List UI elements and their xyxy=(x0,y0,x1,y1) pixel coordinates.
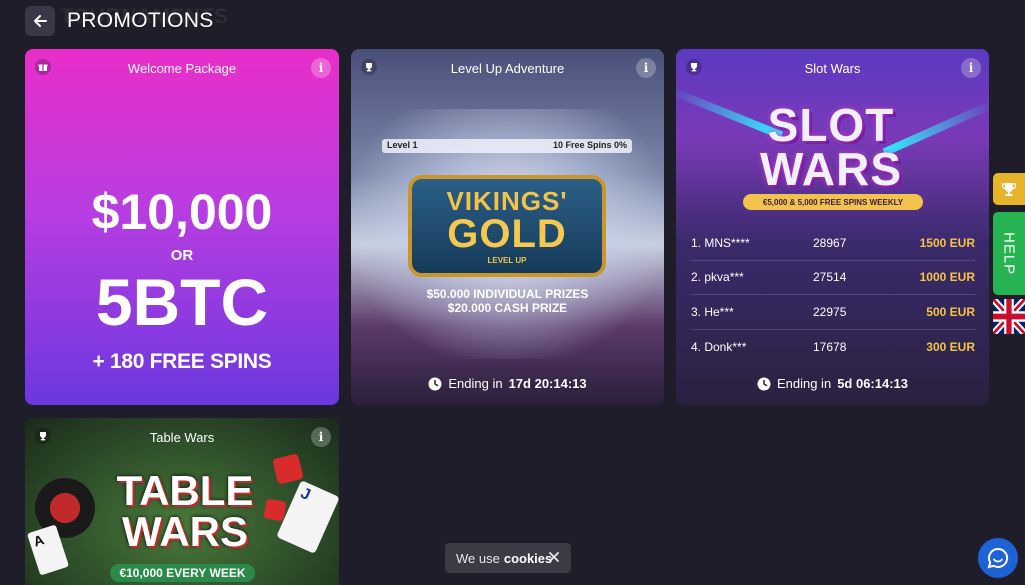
dice-image xyxy=(272,453,304,485)
clock-icon xyxy=(757,377,771,390)
cookie-text: We use xyxy=(456,550,500,566)
leaderboard-row: 1. MNS**** 28967 1500 EUR xyxy=(691,226,975,261)
welcome-free-spins: + 180 FREE SPINS xyxy=(92,350,272,373)
logo-line-level-up: LEVEL UP xyxy=(487,255,527,265)
player-name: 4. Donk*** xyxy=(691,339,747,354)
leaderboard-row: 4. Donk*** 17678 300 EUR xyxy=(691,330,975,365)
tournaments-side-button[interactable] xyxy=(993,173,1025,205)
player-score: 27514 xyxy=(813,270,847,285)
info-icon[interactable]: i xyxy=(311,58,331,78)
timer-value: 17d 20:14:13 xyxy=(508,376,587,391)
timer-label: Ending in xyxy=(776,376,832,391)
uk-flag-icon[interactable] xyxy=(993,299,1025,334)
prize-cash: $20.000 CASH PRIZE xyxy=(447,301,568,315)
arrow-left-icon xyxy=(34,15,47,27)
leaderboard-row: 2. pkva*** 27514 1000 EUR xyxy=(691,261,975,295)
countdown-timer: Ending in 17d 20:14:13 xyxy=(351,376,664,391)
table-wars-ribbon: €10,000 EVERY WEEK xyxy=(110,564,255,582)
cookies-link[interactable]: cookies xyxy=(504,551,552,566)
card-title: Welcome Package xyxy=(127,61,237,76)
chat-button[interactable] xyxy=(978,538,1018,578)
progress-free-spins: 10 Free Spins 0% xyxy=(552,140,627,150)
help-side-button[interactable]: HELP xyxy=(993,212,1025,295)
promo-card-level-up-adventure[interactable]: Level Up Adventure i Level 1 10 Free Spi… xyxy=(351,49,664,405)
player-score: 17678 xyxy=(813,339,847,354)
cookie-notice: We use cookies xyxy=(445,543,571,573)
level-progress-bar: Level 1 10 Free Spins 0% xyxy=(382,139,632,153)
card-title: Slot Wars xyxy=(804,61,861,76)
progress-level: Level 1 xyxy=(387,140,418,150)
clock-icon xyxy=(428,377,442,390)
leaderboard-row: 3. He*** 22975 500 EUR xyxy=(691,295,975,330)
trophy-icon xyxy=(1001,183,1017,196)
logo-line-vikings: VIKINGS' xyxy=(446,185,568,216)
logo-line-wars: WARS xyxy=(760,142,902,195)
playing-card-jack: J xyxy=(276,480,339,554)
timer-label: Ending in xyxy=(448,376,503,391)
page-title: PROMOTIONS xyxy=(67,9,214,32)
logo-line-table: TABLE xyxy=(116,467,254,514)
logo-line-gold: GOLD xyxy=(447,211,567,256)
player-name: 1. MNS**** xyxy=(691,235,750,250)
slot-wars-logo: SLOT WARS xyxy=(716,99,946,195)
help-label: HELP xyxy=(1000,231,1018,276)
prize-individual: $50.000 INDIVIDUAL PRIZES xyxy=(426,287,589,301)
card-title: Level Up Adventure xyxy=(450,61,565,76)
welcome-btc: 5BTC xyxy=(95,265,269,339)
player-score: 22975 xyxy=(813,304,847,319)
welcome-or: OR xyxy=(170,247,194,264)
promo-card-slot-wars[interactable]: Slot Wars i SLOT WARS €5,000 & 5,000 FRE… xyxy=(676,49,989,405)
player-prize: 500 EUR xyxy=(926,304,975,319)
player-prize: 1500 EUR xyxy=(919,235,975,250)
table-wars-logo: TABLE WARS xyxy=(95,467,275,556)
player-name: 2. pkva*** xyxy=(691,270,744,285)
slot-wars-ribbon: €5,000 & 5,000 FREE SPINS WEEKLY xyxy=(743,194,923,210)
promo-card-table-wars[interactable]: A J Table Wars i TABLE WARS €10,000 EVER… xyxy=(25,418,339,585)
logo-line-slot: SLOT xyxy=(767,99,895,151)
timer-value: 5d 06:14:13 xyxy=(837,376,909,391)
logo-line-wars: WARS xyxy=(122,508,248,556)
info-icon[interactable]: i xyxy=(311,427,331,447)
leaderboard: 1. MNS**** 28967 1500 EUR 2. pkva*** 275… xyxy=(691,226,975,364)
close-icon[interactable] xyxy=(547,550,561,564)
countdown-timer: Ending in 5d 06:14:13 xyxy=(676,376,989,391)
welcome-amount: $10,000 xyxy=(91,184,273,240)
info-icon[interactable]: i xyxy=(961,58,981,78)
card-title: Table Wars xyxy=(149,430,215,445)
chat-icon xyxy=(987,547,1009,569)
player-name: 3. He*** xyxy=(691,304,734,319)
vikings-gold-logo: VIKINGS' GOLD LEVEL UP xyxy=(408,175,606,277)
player-prize: 1000 EUR xyxy=(919,270,975,285)
promo-card-welcome-package[interactable]: Welcome Package i $10,000 OR 5BTC + 180 … xyxy=(25,49,339,405)
info-icon[interactable]: i xyxy=(636,58,656,78)
player-score: 28967 xyxy=(813,235,847,250)
back-button[interactable] xyxy=(25,6,55,36)
player-prize: 300 EUR xyxy=(926,339,975,354)
